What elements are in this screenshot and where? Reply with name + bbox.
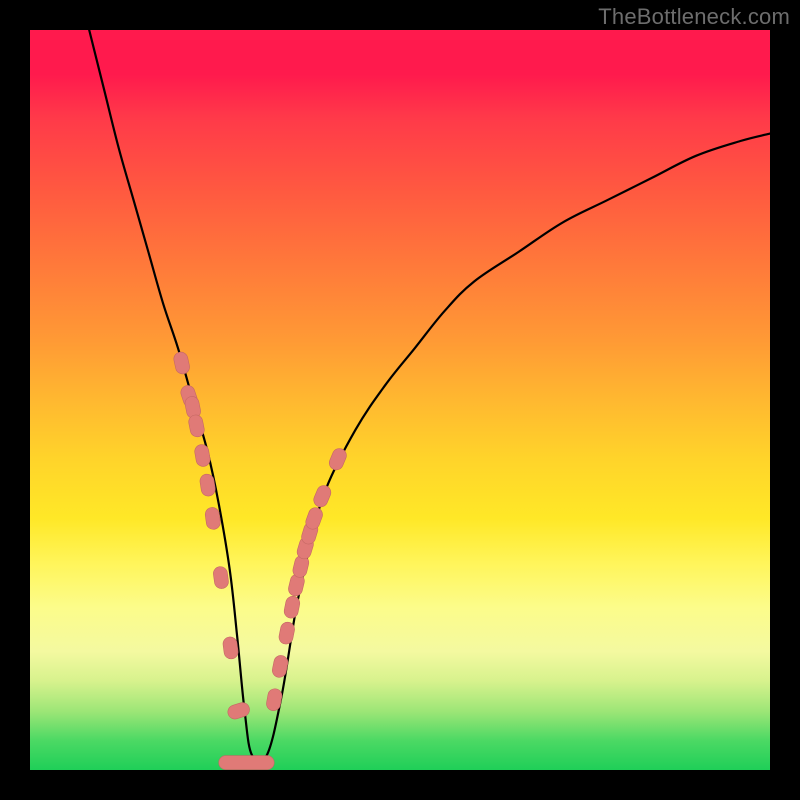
marker-group [172,351,348,721]
marker-point [187,414,205,438]
marker-point [265,688,283,712]
marker-point [204,507,221,531]
marker-point [172,351,190,376]
bottom-highlight-bar [219,756,275,770]
marker-point [312,483,333,509]
marker-point [283,595,301,619]
marker-point [278,621,296,645]
marker-point [226,701,251,721]
plot-area [30,30,770,770]
watermark-text: TheBottleneck.com [598,4,790,30]
marker-point [212,566,229,590]
chart-svg [30,30,770,770]
chart-frame: TheBottleneck.com [0,0,800,800]
marker-point [194,443,212,467]
